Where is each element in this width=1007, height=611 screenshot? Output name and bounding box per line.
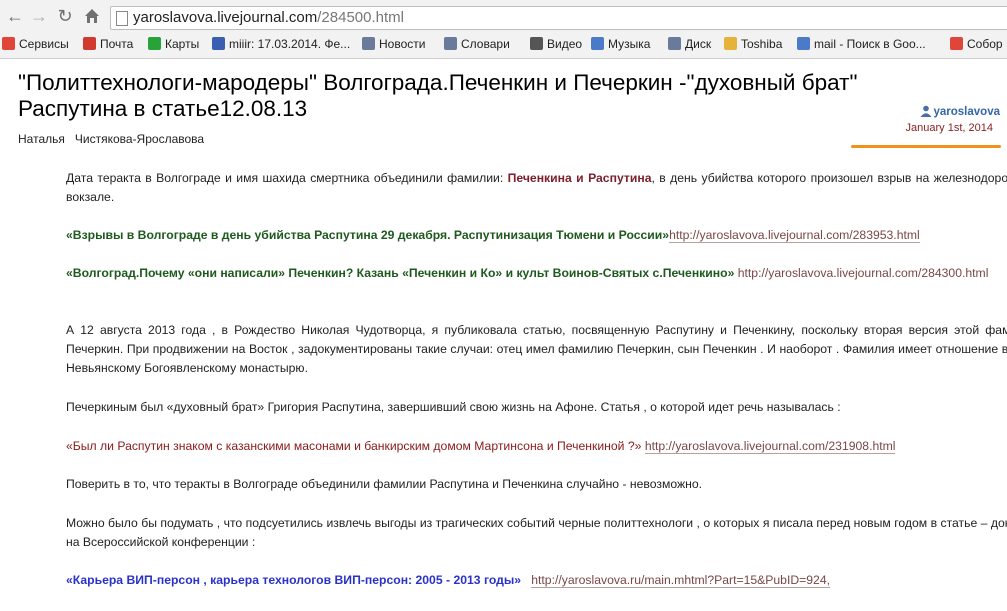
back-arrow-icon[interactable]: ←	[4, 5, 26, 27]
bookmark-favicon-icon	[362, 37, 375, 50]
bookmark-item[interactable]: Новости	[362, 35, 425, 53]
author-last-name: Чистякова-Ярославова	[74, 132, 205, 146]
bookmark-item[interactable]: Диск	[668, 35, 711, 53]
bookmark-item[interactable]: miiir: 17.03.2014. Фе...	[212, 35, 350, 53]
bookmark-item[interactable]: mail - Поиск в Goo...	[797, 35, 926, 53]
bookmark-item[interactable]: Собор	[950, 35, 1003, 53]
post-date: January 1st, 2014	[905, 122, 993, 134]
bookmark-favicon-icon	[148, 37, 161, 50]
user-badge[interactable]: yaroslavova	[900, 102, 1000, 120]
address-bar[interactable]: yaroslavova.livejournal.com/284500.html	[110, 6, 1007, 30]
bookmark-favicon-icon	[724, 37, 737, 50]
reload-icon[interactable]: ↻	[54, 5, 76, 27]
bookmark-label: Диск	[685, 37, 712, 51]
bookmark-item[interactable]: Музыка	[591, 35, 650, 53]
post-title: "Политтехнологи-мародеры" Волгограда.Печ…	[18, 70, 858, 121]
bookmark-favicon-icon	[950, 37, 963, 50]
article-url-link[interactable]: http://yaroslavova.livejournal.com/23190…	[644, 439, 896, 454]
bookmarks-bar: Сервисы Почта Карты miiir: 17.03.2014. Фе..…	[0, 33, 1007, 55]
user-icon	[920, 105, 931, 117]
bookmark-favicon-icon	[797, 37, 810, 50]
bookmark-label: mail - Поиск в Goo...	[814, 37, 926, 51]
bookmark-label: Видео	[547, 37, 583, 51]
bookmark-label: Новости	[379, 37, 426, 51]
bookmark-item[interactable]: Карты	[148, 35, 199, 53]
paragraph-7: Поверить в то, что теракты в Волгограде …	[66, 477, 703, 491]
decorative-underline	[851, 145, 1001, 148]
bookmark-label: Сервисы	[19, 37, 69, 51]
bookmark-item[interactable]: Словари	[444, 35, 510, 53]
bookmark-label: Словари	[461, 37, 510, 51]
paragraph-9: «Карьера ВИП-персон , карьера технологов…	[18, 571, 1007, 590]
bookmark-label: Toshiba	[741, 37, 783, 51]
highlight-names: Печенкина и Распутина	[507, 171, 652, 185]
article-title-link[interactable]: «Карьера ВИП-персон , карьера технологов…	[66, 573, 521, 587]
bookmark-favicon-icon	[2, 37, 15, 50]
navigation-bar: ← → ↻ yaroslavova.livejournal.com/284500…	[0, 3, 1007, 30]
bookmark-favicon-icon	[444, 37, 457, 50]
bookmark-label: Собор	[967, 37, 1003, 51]
paragraph-4: А 12 августа 2013 года , в Рождество Ник…	[66, 323, 1007, 375]
article-url-link[interactable]: http://yaroslavova.ru/main.mhtml?Part=15…	[531, 573, 830, 588]
paragraph-1: Дата теракта в Волгограде и имя шахида с…	[66, 171, 1007, 204]
paragraph-2: «Взрывы в Волгограде в день убийства Рас…	[18, 226, 1007, 245]
bookmark-favicon-icon	[591, 37, 604, 50]
bookmark-label: miiir: 17.03.2014. Фе...	[229, 37, 351, 51]
bookmark-favicon-icon	[530, 37, 543, 50]
bookmark-favicon-icon	[212, 37, 225, 50]
bookmark-favicon-icon	[668, 37, 681, 50]
bookmark-label: Музыка	[608, 37, 651, 51]
bookmark-item[interactable]: Toshiba	[724, 35, 782, 53]
bookmark-item[interactable]: Сервисы	[2, 35, 69, 53]
bookmark-label: Карты	[165, 37, 200, 51]
username-link[interactable]: yaroslavova	[934, 106, 1001, 118]
bookmark-favicon-icon	[83, 37, 96, 50]
author-first-name: Наталья	[18, 132, 65, 146]
url-text: yaroslavova.livejournal.com/284500.html	[133, 9, 404, 26]
article-title-link[interactable]: «Был ли Распутин знаком с казанскими мас…	[66, 439, 641, 453]
paragraph-3: «Волгоград.Почему «они написали» Печенки…	[18, 264, 1007, 283]
forward-arrow-icon[interactable]: →	[28, 5, 50, 27]
article-title-link[interactable]: «Волгоград.Почему «они написали» Печенки…	[66, 266, 734, 280]
page-icon	[116, 11, 128, 26]
bookmark-label: Почта	[100, 37, 134, 51]
article-url-link[interactable]: http://yaroslavova.livejournal.com/28395…	[669, 228, 920, 243]
post-author: Наталья Чистякова-Ярославова	[18, 132, 204, 146]
bookmark-item[interactable]: Почта	[83, 35, 133, 53]
paragraph-6: «Был ли Распутин знаком с казанскими мас…	[18, 437, 1007, 456]
browser-chrome: ← → ↻ yaroslavova.livejournal.com/284500…	[0, 0, 1007, 59]
article-title-link[interactable]: «Взрывы в Волгограде в день убийства Рас…	[66, 228, 669, 242]
paragraph-8: Можно было бы подумать , что подсуетилис…	[66, 516, 1007, 549]
article-url-link[interactable]: http://yaroslavova.livejournal.com/28430…	[738, 266, 989, 280]
paragraph-5: Печеркиным был «духовный брат» Григория …	[66, 400, 841, 414]
bookmark-item[interactable]: Видео	[530, 35, 582, 53]
home-icon[interactable]	[81, 5, 103, 27]
page-content: "Политтехнологи-мародеры" Волгограда.Печ…	[0, 59, 1007, 611]
